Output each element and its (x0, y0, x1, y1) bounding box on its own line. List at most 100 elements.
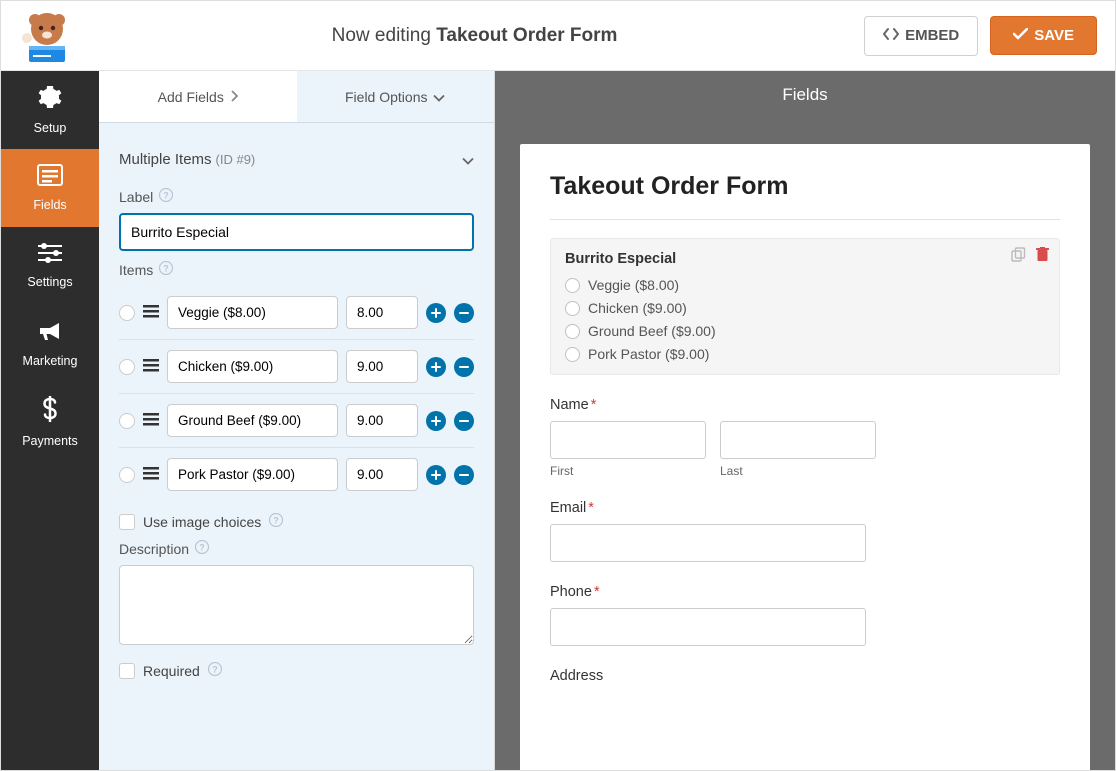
chevron-right-icon (230, 89, 238, 105)
svg-text:?: ? (199, 543, 205, 553)
item-row (119, 448, 474, 501)
preview-selected-field[interactable]: Burrito Especial Veggie ($8.00) Chicken (… (550, 238, 1060, 375)
sidebar-item-settings[interactable]: Settings (1, 227, 99, 305)
sidebar-item-marketing[interactable]: Marketing (1, 305, 99, 383)
remove-item-button[interactable] (454, 465, 474, 485)
description-label: Description (119, 541, 189, 557)
email-input[interactable] (550, 524, 866, 562)
last-name-input[interactable] (720, 421, 876, 459)
tab-add-fields[interactable]: Add Fields (99, 71, 297, 122)
item-price-input[interactable] (346, 296, 418, 329)
dollar-icon (42, 396, 58, 428)
last-sublabel: Last (720, 464, 876, 478)
bullhorn-icon (38, 320, 62, 348)
item-label-input[interactable] (167, 458, 338, 491)
preview-area: Fields Takeout Order Form (495, 71, 1115, 770)
label-label: Label (119, 189, 153, 205)
preview-option[interactable]: Ground Beef ($9.00) (565, 323, 1045, 339)
chevron-down-icon (462, 152, 474, 168)
gear-icon (38, 85, 62, 115)
help-icon[interactable]: ? (159, 188, 173, 205)
items-label: Items (119, 262, 153, 278)
item-default-radio[interactable] (119, 359, 135, 375)
drag-handle-icon[interactable] (143, 357, 159, 377)
form-icon (37, 164, 63, 192)
drag-handle-icon[interactable] (143, 465, 159, 485)
app-logo (19, 8, 75, 64)
remove-item-button[interactable] (454, 411, 474, 431)
item-label-input[interactable] (167, 350, 338, 383)
svg-text:?: ? (274, 516, 280, 526)
divider (550, 219, 1060, 220)
field-label-input[interactable] (119, 213, 474, 251)
radio-icon (565, 347, 580, 362)
sidebar-label: Setup (34, 121, 67, 135)
add-item-button[interactable] (426, 303, 446, 323)
help-icon[interactable]: ? (208, 662, 222, 679)
item-row (119, 340, 474, 394)
preview-option[interactable]: Veggie ($8.00) (565, 277, 1045, 293)
item-default-radio[interactable] (119, 413, 135, 429)
item-price-input[interactable] (346, 458, 418, 491)
selected-field-label: Burrito Especial (565, 251, 1045, 267)
item-default-radio[interactable] (119, 305, 135, 321)
add-item-button[interactable] (426, 411, 446, 431)
sidebar-label: Settings (27, 275, 72, 289)
name-label: Name* (550, 397, 1060, 413)
remove-item-button[interactable] (454, 303, 474, 323)
preview-header: Fields (495, 71, 1115, 119)
sidebar-label: Payments (22, 434, 78, 448)
item-price-input[interactable] (346, 404, 418, 437)
sidebar-label: Fields (33, 198, 66, 212)
add-item-button[interactable] (426, 465, 446, 485)
radio-icon (565, 324, 580, 339)
item-default-radio[interactable] (119, 467, 135, 483)
radio-icon (565, 278, 580, 293)
item-price-input[interactable] (346, 350, 418, 383)
item-label-input[interactable] (167, 296, 338, 329)
phone-label: Phone* (550, 584, 1060, 600)
option-label: Chicken ($9.00) (588, 300, 687, 316)
section-header[interactable]: Multiple Items (ID #9) (99, 141, 494, 178)
tab-field-options[interactable]: Field Options (297, 71, 495, 122)
preview-option[interactable]: Pork Pastor ($9.00) (565, 346, 1045, 362)
embed-button[interactable]: EMBED (864, 16, 978, 56)
phone-input[interactable] (550, 608, 866, 646)
radio-icon (565, 301, 580, 316)
first-name-input[interactable] (550, 421, 706, 459)
svg-text:?: ? (163, 264, 169, 274)
help-icon[interactable]: ? (159, 261, 173, 278)
svg-text:?: ? (212, 665, 218, 675)
item-label-input[interactable] (167, 404, 338, 437)
item-row (119, 286, 474, 340)
help-icon[interactable]: ? (195, 540, 209, 557)
option-label: Pork Pastor ($9.00) (588, 346, 709, 362)
trash-icon[interactable] (1036, 247, 1049, 265)
panel-tabs: Add Fields Field Options (99, 71, 494, 123)
preview-option[interactable]: Chicken ($9.00) (565, 300, 1045, 316)
header-bar: Now editing Takeout Order Form EMBED SAV… (1, 1, 1115, 71)
add-item-button[interactable] (426, 357, 446, 377)
drag-handle-icon[interactable] (143, 411, 159, 431)
sidebar-label: Marketing (23, 354, 78, 368)
sidebar: Setup Fields Settings Marketing (1, 71, 99, 770)
address-label: Address (550, 668, 1060, 684)
image-choices-checkbox[interactable] (119, 514, 135, 530)
required-checkbox[interactable] (119, 663, 135, 679)
remove-item-button[interactable] (454, 357, 474, 377)
svg-text:?: ? (164, 191, 170, 201)
form-preview-card: Takeout Order Form Burrito Especial (520, 144, 1090, 770)
item-row (119, 394, 474, 448)
sidebar-item-fields[interactable]: Fields (1, 149, 99, 227)
save-button[interactable]: SAVE (990, 16, 1097, 55)
chevron-down-icon (433, 89, 445, 105)
sidebar-item-setup[interactable]: Setup (1, 71, 99, 149)
description-textarea[interactable] (119, 565, 474, 645)
sidebar-item-payments[interactable]: Payments (1, 383, 99, 461)
required-label: Required (143, 663, 200, 679)
help-icon[interactable]: ? (269, 513, 283, 530)
field-panel: Add Fields Field Options Multiple Items … (99, 71, 495, 770)
drag-handle-icon[interactable] (143, 303, 159, 323)
sliders-icon (38, 243, 62, 269)
duplicate-icon[interactable] (1011, 247, 1026, 265)
